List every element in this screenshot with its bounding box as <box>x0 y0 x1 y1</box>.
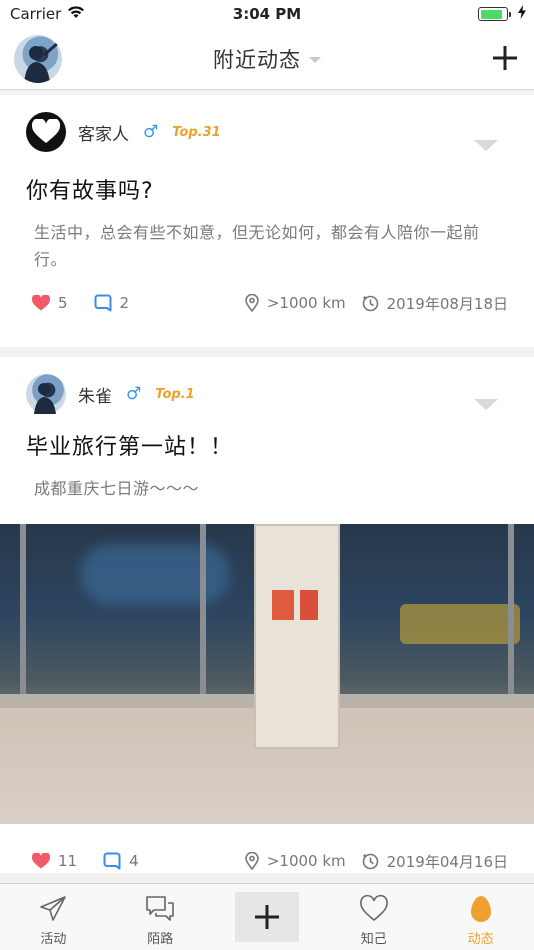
feed-list[interactable]: 客家人 ♂ Top.31 你有故事吗? 生活中，总会有些不如意，但无论如何，都会… <box>0 91 534 883</box>
post-card[interactable]: 客家人 ♂ Top.31 你有故事吗? 生活中，总会有些不如意，但无论如何，都会… <box>0 95 534 347</box>
heart-icon <box>359 894 388 922</box>
app-screen: Carrier 3:04 PM 附近动态 客家人 ♂ Top.31 你有故事吗?… <box>0 0 534 950</box>
post-header: 客家人 ♂ Top.31 <box>0 95 534 169</box>
location-pin-icon <box>245 852 259 870</box>
date-info: 2019年04月16日 <box>362 851 508 872</box>
heart-icon <box>32 295 50 311</box>
user-avatar[interactable] <box>26 112 66 152</box>
photo-sign-mark <box>272 590 294 620</box>
add-post-button[interactable] <box>490 41 520 75</box>
nav-title: 附近动态 <box>213 47 301 72</box>
male-icon: ♂ <box>126 384 142 404</box>
date-info: 2019年08月18日 <box>362 293 508 314</box>
battery-level <box>480 9 502 19</box>
photo-sign-mark <box>300 590 318 620</box>
post-card[interactable]: 朱雀 ♂ Top.1 毕业旅行第一站！！ 成都重庆七日游～～～ 11 4 >10… <box>0 357 534 873</box>
post-body: 成都重庆七日游～～～ <box>34 479 200 498</box>
post-actions: 5 2 <box>32 294 129 312</box>
post-actions: 11 4 <box>32 852 139 870</box>
status-left: Carrier <box>10 5 85 23</box>
profile-avatar[interactable] <box>14 35 62 83</box>
post-photo[interactable] <box>0 524 534 824</box>
photo-sign <box>254 524 340 749</box>
nav-title-dropdown[interactable]: 附近动态 <box>213 44 321 74</box>
status-right <box>478 5 526 23</box>
tab-add[interactable] <box>214 884 321 950</box>
chat-bubbles-icon <box>146 896 174 921</box>
paper-plane-icon <box>40 896 67 921</box>
tab-moments[interactable]: 动态 <box>427 884 534 950</box>
tab-label: 陌路 <box>147 932 174 947</box>
like-button[interactable]: 11 <box>32 852 77 870</box>
like-button[interactable]: 5 <box>32 294 68 312</box>
post-info: >1000 km 2019年04月16日 <box>245 851 508 872</box>
username[interactable]: 朱雀 <box>78 382 112 407</box>
post-body: 生活中，总会有些不如意，但无论如何，都会有人陪你一起前行。 <box>34 223 480 269</box>
clock-icon <box>362 853 378 869</box>
comment-icon <box>103 852 121 870</box>
wifi-icon <box>67 5 85 23</box>
post-meta: 5 2 >1000 km 2019年08月18日 <box>0 291 534 315</box>
tab-confidants[interactable]: 知己 <box>320 884 427 950</box>
tab-bar: 活动 陌路 知己 动态 <box>0 883 534 950</box>
rank-badge: Top.1 <box>155 386 195 402</box>
charging-icon <box>518 5 526 23</box>
rank-badge: Top.31 <box>172 124 221 140</box>
plus-icon <box>254 905 279 929</box>
distance-text: >1000 km <box>266 852 346 870</box>
plus-icon <box>493 46 517 70</box>
clock-icon <box>362 295 378 311</box>
post-options-chevron-icon[interactable] <box>474 140 498 151</box>
post-options-chevron-icon[interactable] <box>474 399 498 410</box>
post-date: 2019年08月18日 <box>386 294 508 313</box>
comment-button[interactable]: 4 <box>103 852 139 870</box>
photo-light <box>80 544 230 604</box>
egg-icon <box>470 896 491 922</box>
tab-label: 活动 <box>40 932 67 947</box>
post-date: 2019年04月16日 <box>386 852 508 871</box>
post-title: 毕业旅行第一站！！ <box>26 435 234 460</box>
comment-count: 4 <box>129 852 139 870</box>
carrier-label: Carrier <box>10 5 62 23</box>
comment-button[interactable]: 2 <box>94 294 130 312</box>
user-avatar[interactable] <box>26 374 66 414</box>
comment-icon <box>94 294 112 312</box>
avatar-figure-icon <box>34 383 56 414</box>
heart-avatar-icon <box>32 119 60 143</box>
post-title: 你有故事吗? <box>26 179 154 204</box>
male-icon: ♂ <box>143 122 159 142</box>
avatar-figure-icon <box>24 41 59 83</box>
like-count: 5 <box>58 294 68 312</box>
heart-icon <box>32 853 50 869</box>
battery-icon <box>478 7 511 21</box>
tab-label: 动态 <box>467 932 494 947</box>
post-meta: 11 4 >1000 km 2019年04月16日 <box>0 849 534 873</box>
distance-text: >1000 km <box>266 294 346 312</box>
photo-taxi <box>400 604 520 644</box>
comment-count: 2 <box>119 294 130 312</box>
chevron-down-icon <box>309 56 321 63</box>
post-header: 朱雀 ♂ Top.1 <box>0 357 534 431</box>
tab-activity[interactable]: 活动 <box>0 884 107 950</box>
distance-info: >1000 km <box>245 852 346 870</box>
status-bar: Carrier 3:04 PM <box>0 0 534 28</box>
add-center-button[interactable] <box>234 892 299 942</box>
nav-bar: 附近动态 <box>0 28 534 90</box>
post-info: >1000 km 2019年08月18日 <box>245 293 508 314</box>
tab-strangers[interactable]: 陌路 <box>107 884 214 950</box>
location-pin-icon <box>245 294 259 312</box>
distance-info: >1000 km <box>245 294 346 312</box>
username[interactable]: 客家人 <box>78 120 129 145</box>
like-count: 11 <box>58 852 78 870</box>
tab-label: 知己 <box>360 932 387 947</box>
